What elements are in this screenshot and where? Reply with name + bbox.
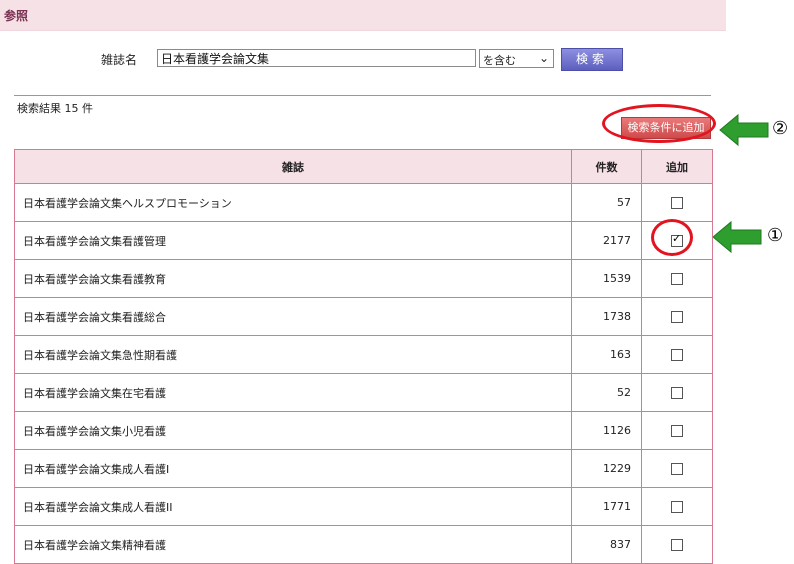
chevron-down-icon: ⌄ [538, 51, 549, 65]
page-header: 参照 [0, 0, 726, 31]
article-count-cell: 57 [571, 183, 642, 222]
column-header-count: 件数 [571, 149, 642, 184]
table-row: 日本看護学会論文集急性期看護 163 [14, 335, 713, 374]
table-row: 日本看護学会論文集看護管理 2177 [14, 221, 713, 260]
column-header-add: 追加 [641, 149, 713, 184]
journal-name-cell[interactable]: 日本看護学会論文集小児看護 [14, 411, 572, 450]
add-checkbox[interactable] [671, 539, 683, 551]
journal-name-input[interactable] [157, 49, 476, 67]
arrow-left-icon [712, 220, 762, 254]
journal-name-cell[interactable]: 日本看護学会論文集看護管理 [14, 221, 572, 260]
article-count-cell: 1738 [571, 297, 642, 336]
add-checkbox[interactable] [671, 387, 683, 399]
table-row: 日本看護学会論文集在宅看護 52 [14, 373, 713, 412]
search-label: 雑誌名 [101, 53, 138, 67]
add-cell [641, 259, 713, 298]
journal-name-cell[interactable]: 日本看護学会論文集看護教育 [14, 259, 572, 298]
arrow-left-icon [719, 113, 769, 147]
article-count-cell: 1771 [571, 487, 642, 526]
add-checkbox[interactable] [671, 273, 683, 285]
table-row: 日本看護学会論文集精神看護 837 [14, 525, 713, 564]
add-cell [641, 411, 713, 450]
journal-name-cell[interactable]: 日本看護学会論文集看護総合 [14, 297, 572, 336]
highlight-oval-1 [651, 219, 693, 256]
add-cell [641, 373, 713, 412]
add-cell [641, 183, 713, 222]
highlight-oval-2 [602, 104, 716, 143]
table-row: 日本看護学会論文集小児看護 1126 [14, 411, 713, 450]
journal-name-cell[interactable]: 日本看護学会論文集在宅看護 [14, 373, 572, 412]
column-header-journal: 雑誌 [14, 149, 572, 184]
table-row: 日本看護学会論文集ヘルスプロモーション 57 [14, 183, 713, 222]
article-count-cell: 1229 [571, 449, 642, 488]
article-count-cell: 163 [571, 335, 642, 374]
add-checkbox[interactable] [671, 501, 683, 513]
table-row: 日本看護学会論文集成人看護I 1229 [14, 449, 713, 488]
marker-1: ① [767, 225, 784, 246]
result-summary: 検索結果 15 件 [17, 102, 93, 115]
add-cell [641, 525, 713, 564]
article-count-cell: 52 [571, 373, 642, 412]
article-count-cell: 2177 [571, 221, 642, 260]
article-count-cell: 837 [571, 525, 642, 564]
article-count-cell: 1539 [571, 259, 642, 298]
table-header-row: 雑誌 件数 追加 [14, 149, 713, 184]
add-cell [641, 449, 713, 488]
add-checkbox[interactable] [671, 463, 683, 475]
add-checkbox[interactable] [671, 311, 683, 323]
journal-name-cell[interactable]: 日本看護学会論文集ヘルスプロモーション [14, 183, 572, 222]
page-title: 参照 [4, 9, 29, 23]
add-checkbox[interactable] [671, 425, 683, 437]
journal-name-cell[interactable]: 日本看護学会論文集成人看護II [14, 487, 572, 526]
match-mode-value: を含む [483, 54, 516, 67]
add-cell [641, 335, 713, 374]
journal-name-cell[interactable]: 日本看護学会論文集急性期看護 [14, 335, 572, 374]
journal-name-cell[interactable]: 日本看護学会論文集成人看護I [14, 449, 572, 488]
add-checkbox[interactable] [671, 197, 683, 209]
search-form: 雑誌名 を含む ⌄ 検索 [0, 46, 726, 72]
search-button[interactable]: 検索 [561, 48, 623, 71]
marker-2: ② [772, 118, 789, 139]
add-checkbox[interactable] [671, 349, 683, 361]
table-row: 日本看護学会論文集成人看護II 1771 [14, 487, 713, 526]
add-cell [641, 297, 713, 336]
table-row: 日本看護学会論文集看護教育 1539 [14, 259, 713, 298]
match-mode-select[interactable]: を含む ⌄ [479, 49, 554, 68]
add-cell [641, 487, 713, 526]
divider [14, 95, 711, 96]
results-table: 雑誌 件数 追加 日本看護学会論文集ヘルスプロモーション 57 日本看護学会論文集看… [14, 149, 713, 564]
table-row: 日本看護学会論文集看護総合 1738 [14, 297, 713, 336]
article-count-cell: 1126 [571, 411, 642, 450]
journal-name-cell[interactable]: 日本看護学会論文集精神看護 [14, 525, 572, 564]
